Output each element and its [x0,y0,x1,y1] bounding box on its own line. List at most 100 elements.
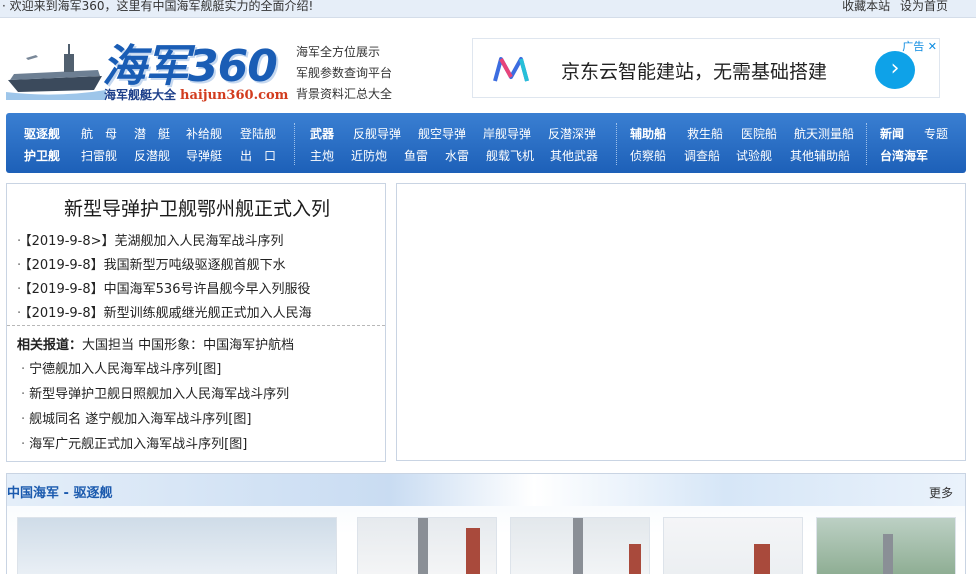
list-item[interactable]: · 宁德舰加入人民海军战斗序列[图] [21,357,289,382]
logo-brand: 海军360 [102,41,278,92]
nav-sam[interactable]: 舰空导弹 [418,125,466,142]
destroyer-thumbnail[interactable] [663,517,803,574]
set-homepage-link[interactable]: 设为首页 [900,0,948,13]
nav-carrier[interactable]: 航 母 [81,125,117,142]
thumbnail-photo [664,518,802,574]
slogan-line: 军舰参数查询平台 [296,66,393,80]
headline-link[interactable]: 新型导弹护卫舰鄂州舰正式入列 [7,194,387,221]
section-title[interactable]: 中国海军 - 驱逐舰 [7,482,112,501]
nav-test-ship[interactable]: 试验舰 [736,147,772,164]
ship-mast [754,544,770,574]
news-panel: 新型导弹护卫舰鄂州舰正式入列 · 【2019-9-8>】芜湖舰加入人民海军战斗序列… [6,183,386,462]
related-item-text: 舰城同名 遂宁舰加入海军战斗序列[图] [29,412,252,427]
bookmark-link[interactable]: 收藏本站 [842,0,890,13]
list-item[interactable]: · 【2019-9-8】中国海军536号许昌舰今早入列服役 [17,278,377,302]
thumbnail-photo [18,518,336,574]
list-item[interactable]: · 【2019-9-8】我国新型万吨级驱逐舰首舰下水 [17,254,377,278]
ship-mast [466,528,480,574]
destroyer-thumbnail[interactable] [17,517,337,574]
nav-landing-ship[interactable]: 登陆舰 [240,125,276,142]
nav-depth-charge[interactable]: 反潜深弹 [548,125,596,142]
list-item[interactable]: · 舰城同名 遂宁舰加入海军战斗序列[图] [21,407,289,432]
top-bar: · 欢迎来到海军360，这里有中国海军舰艇实力的全面介绍! 收藏本站 设为首页 [0,0,976,18]
nav-separator [294,123,295,165]
nav-submarine[interactable]: 潜 艇 [134,125,170,142]
bullet-icon: · [17,234,22,249]
nav-coastal-missile[interactable]: 岸舰导弹 [483,125,531,142]
nav-news[interactable]: 新闻 [880,125,904,142]
related-label: 相关报道： [17,338,83,353]
slogan-line: 海军全方位展示 [296,45,381,59]
list-item[interactable]: · 新型导弹护卫舰日照舰加入人民海军战斗序列 [21,382,289,407]
chevron-right-icon[interactable]: › [875,51,915,89]
slogan-list: 海军全方位展示 军舰参数查询平台 背景资料汇总大全 [296,42,392,105]
related-item-text: 宁德舰加入人民海军战斗序列[图] [29,362,222,377]
aircraft-carrier-icon [6,44,106,100]
nav-supply-ship[interactable]: 补给舰 [186,125,222,142]
nav-shipborne-aircraft[interactable]: 舰载飞机 [486,147,534,164]
more-link[interactable]: 更多 [929,484,953,501]
top-links: 收藏本站 设为首页 [836,0,948,14]
bullet-icon: · [21,437,26,452]
nav-minesweeper[interactable]: 扫雷舰 [81,147,117,164]
bullet-icon: · [21,387,26,402]
nav-other-auxiliary[interactable]: 其他辅助船 [790,147,850,164]
list-item[interactable]: · 【2019-9-8>】芜湖舰加入人民海军战斗序列 [17,230,377,254]
list-item[interactable]: · 海军广元舰正式加入海军战斗序列[图] [21,432,289,457]
news-list: · 【2019-9-8>】芜湖舰加入人民海军战斗序列 · 【2019-9-8】我国新… [17,230,377,326]
nav-destroyer[interactable]: 驱逐舰 [24,125,60,142]
nav-hospital-ship[interactable]: 医院船 [741,125,777,142]
logo-domain: haijun360.com [180,88,289,103]
nav-mine[interactable]: 水雷 [445,147,469,164]
related-item-text: 新型导弹护卫舰日照舰加入人民海军战斗序列 [29,387,290,402]
bullet-icon: · [21,362,26,377]
news-item-text: 【2019-9-8】我国新型万吨级驱逐舰首舰下水 [25,258,286,273]
ad-mark-text: 广告 [902,40,925,53]
ship-mast [883,534,893,574]
nav-rescue-ship[interactable]: 救生船 [687,125,723,142]
ship-mast [629,544,641,574]
ship-mast [573,518,583,574]
destroyer-thumbnail[interactable] [816,517,956,574]
nav-export[interactable]: 出 口 [240,147,276,164]
nav-asw-ship[interactable]: 反潜舰 [134,147,170,164]
list-item[interactable]: · 【2019-9-8】新型训练舰戚继光舰正式加入人民海 [17,302,377,326]
destroyer-thumbnail[interactable] [510,517,650,574]
logo-subtitle-text: 海军舰艇大全 [104,88,177,102]
nav-ciws[interactable]: 近防炮 [351,147,387,164]
nav-other-weapons[interactable]: 其他武器 [550,147,598,164]
destroyer-section: 中国海军 - 驱逐舰 更多 [6,473,966,574]
featured-image-panel [396,183,966,461]
site-logo[interactable]: 海军360 海军舰艇大全 haijun360.com [6,30,292,106]
nav-tracking-ship[interactable]: 航天测量船 [794,125,854,142]
nav-weapons[interactable]: 武器 [310,125,334,142]
close-icon[interactable]: ✕ [928,40,937,53]
logo-subtitle: 海军舰艇大全 haijun360.com [104,86,288,103]
nav-missile-boat[interactable]: 导弹艇 [186,147,222,164]
related-reports: 相关报道：大国担当 中国形象：中国海军护航档 [17,334,294,353]
bullet-icon: · [17,258,22,273]
section-header-band [7,474,965,506]
nav-separator [866,123,867,165]
nav-auxiliary[interactable]: 辅助船 [630,125,666,142]
nav-anti-ship-missile[interactable]: 反舰导弹 [353,125,401,142]
bullet-icon: · [17,282,22,297]
main-nav: 驱逐舰 航 母 潜 艇 补给舰 登陆舰 护卫舰 扫雷舰 反潜舰 导弹艇 出 口 … [6,113,966,173]
destroyer-thumbnail[interactable] [357,517,497,574]
nav-topics[interactable]: 专题 [924,125,948,142]
related-item-text: 海军广元舰正式加入海军战斗序列[图] [29,437,248,452]
ad-label[interactable]: 广告 ✕ [902,38,937,54]
nav-survey-ship[interactable]: 调查船 [684,147,720,164]
advertisement-banner[interactable]: 京东云智能建站，无需基础搭建 广告 ✕ › [472,38,940,98]
news-item-text: 【2019-9-8】中国海军536号许昌舰今早入列服役 [25,282,311,297]
ship-mast [418,518,428,574]
nav-separator [616,123,617,165]
related-inline-link[interactable]: 大国担当 中国形象：中国海军护航档 [82,338,294,353]
related-list: · 宁德舰加入人民海军战斗序列[图] · 新型导弹护卫舰日照舰加入人民海军战斗序列 … [21,357,289,457]
nav-taiwan-navy[interactable]: 台湾海军 [880,147,928,164]
nav-torpedo[interactable]: 鱼雷 [404,147,428,164]
nav-main-gun[interactable]: 主炮 [310,147,334,164]
nav-frigate[interactable]: 护卫舰 [24,147,60,164]
bullet-icon: · [21,412,26,427]
nav-recon-ship[interactable]: 侦察船 [630,147,666,164]
